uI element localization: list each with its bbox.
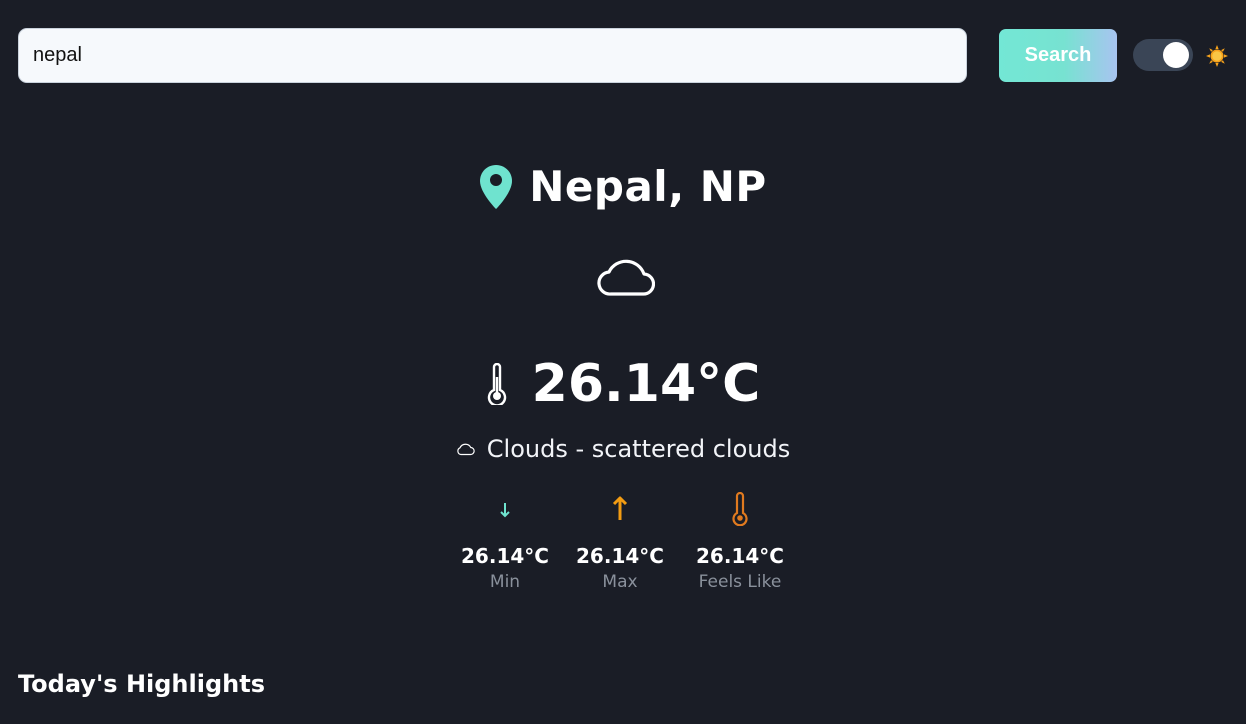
stat-value: 26.14°C <box>576 544 664 568</box>
search-input[interactable] <box>18 28 967 83</box>
weather-condition: Clouds - scattered clouds <box>0 435 1246 463</box>
arrow-up-icon <box>612 496 628 520</box>
stat-max: 26.14°C Max <box>560 492 680 592</box>
temperature-value: 26.14°C <box>531 354 761 414</box>
top-bar: Search <box>0 0 1246 110</box>
stat-label: Max <box>602 572 638 592</box>
condition-text: Clouds - scattered clouds <box>486 435 791 463</box>
toggle-knob[interactable] <box>1163 42 1189 68</box>
stat-feels-like: 26.14°C Feels Like <box>680 492 800 592</box>
stat-value: 26.14°C <box>461 544 549 568</box>
search-button[interactable]: Search <box>999 29 1117 82</box>
location-header: Nepal, NP <box>0 162 1246 214</box>
map-pin-icon <box>480 164 513 209</box>
stat-value: 26.14°C <box>696 544 784 568</box>
arrow-down-icon <box>500 503 510 518</box>
temperature-display: 26.14°C <box>0 354 1246 414</box>
location-name: Nepal, NP <box>529 162 767 211</box>
theme-toggle[interactable] <box>1133 39 1193 71</box>
stat-label: Min <box>489 572 521 592</box>
highlights-heading: Today's Highlights <box>18 670 265 698</box>
stat-min: 26.14°C Min <box>445 492 565 592</box>
thermometer-icon <box>732 492 748 526</box>
stat-label: Feels Like <box>698 572 782 592</box>
thermometer-icon <box>487 363 506 405</box>
cloud-icon <box>597 259 655 296</box>
sun-icon <box>1206 45 1228 67</box>
small-cloud-icon <box>457 443 475 456</box>
